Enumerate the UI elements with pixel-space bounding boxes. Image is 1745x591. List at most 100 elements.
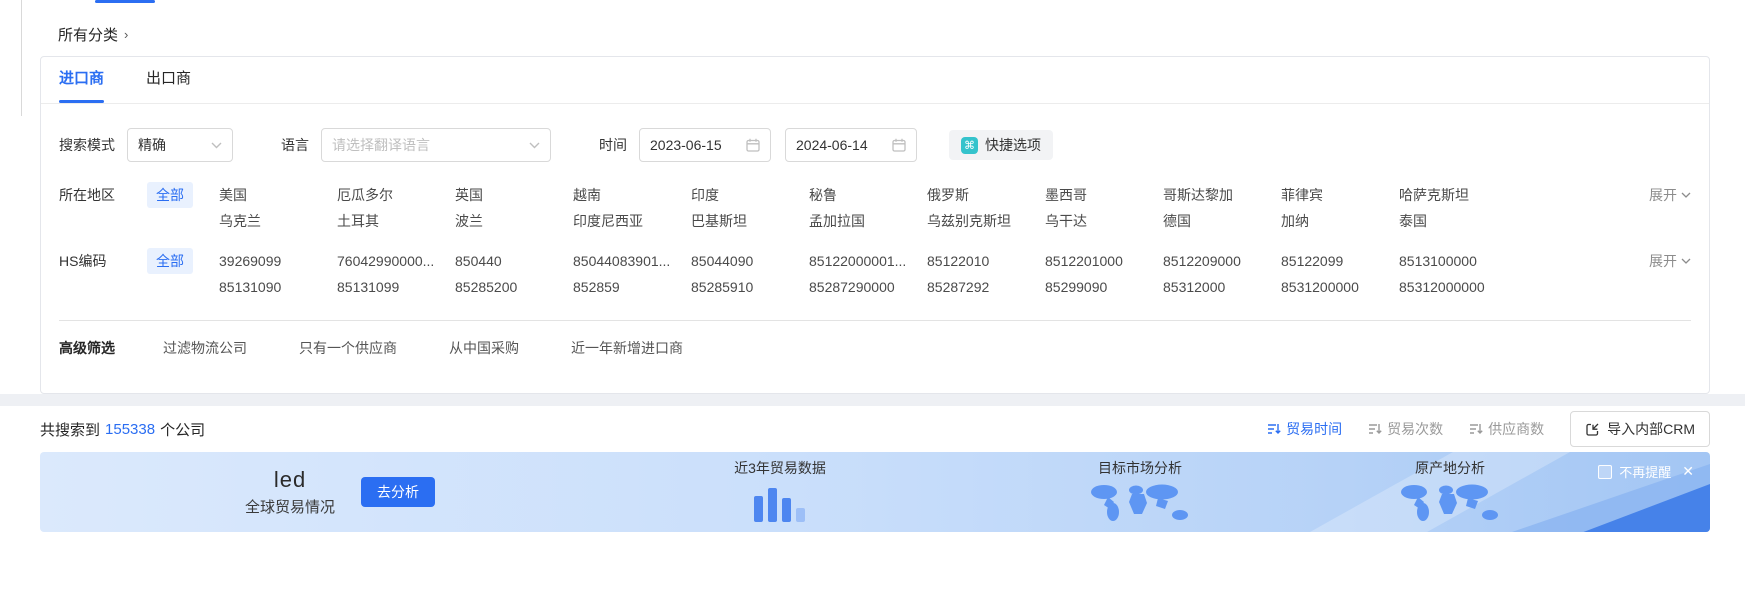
hs-code-option[interactable]: 8512201000: [1045, 248, 1163, 274]
analyze-button[interactable]: 去分析: [361, 477, 435, 507]
region-option[interactable]: 墨西哥: [1045, 182, 1163, 208]
end-date-input[interactable]: 2024-06-14: [785, 128, 917, 162]
region-options-row1: 美国厄瓜多尔英国越南印度秘鲁俄罗斯墨西哥哥斯达黎加菲律宾哈萨克斯坦: [219, 182, 1517, 208]
hs-code-option[interactable]: 85285910: [691, 274, 809, 300]
hs-code-option[interactable]: 85287290000: [809, 274, 927, 300]
dismiss-checkbox[interactable]: [1598, 465, 1612, 479]
banner-target-market-label: 目标市场分析: [1040, 458, 1240, 478]
hs-code-option[interactable]: 8512209000: [1163, 248, 1281, 274]
banner-section-target-market[interactable]: 目标市场分析: [1040, 458, 1240, 527]
close-icon[interactable]: ✕: [1682, 463, 1694, 480]
sort-trade-time[interactable]: 贸易时间: [1267, 419, 1342, 439]
results-count: 共搜索到 155338 个公司: [40, 419, 205, 440]
region-option[interactable]: 孟加拉国: [809, 208, 927, 234]
region-option[interactable]: 俄罗斯: [927, 182, 1045, 208]
region-option[interactable]: 巴基斯坦: [691, 208, 809, 234]
region-option[interactable]: 印度尼西亚: [573, 208, 691, 234]
hs-code-option[interactable]: 85131099: [337, 274, 455, 300]
hs-code-label: HS编码: [59, 248, 147, 274]
hs-code-option[interactable]: 85131090: [219, 274, 337, 300]
results-count-number[interactable]: 155338: [105, 421, 155, 438]
advanced-filter-option[interactable]: 只有一个供应商: [299, 338, 397, 358]
region-option[interactable]: 秘鲁: [809, 182, 927, 208]
calendar-icon: [892, 138, 906, 152]
banner-trade-data-label: 近3年贸易数据: [680, 458, 880, 478]
region-option[interactable]: 印度: [691, 182, 809, 208]
hs-code-option[interactable]: 85122000001...: [809, 248, 927, 274]
hs-code-option[interactable]: 85122010: [927, 248, 1045, 274]
region-label: 所在地区: [59, 182, 147, 208]
import-crm-label: 导入内部CRM: [1607, 419, 1695, 439]
sort-trade-count-label: 贸易次数: [1387, 419, 1443, 439]
hs-code-option[interactable]: 85299090: [1045, 274, 1163, 300]
region-option[interactable]: 哥斯达黎加: [1163, 182, 1281, 208]
hs-code-option[interactable]: 852859: [573, 274, 691, 300]
hs-code-option[interactable]: 85312000000: [1399, 274, 1517, 300]
advanced-filter-option[interactable]: 过滤物流公司: [163, 338, 247, 358]
region-expand-button[interactable]: 展开: [1649, 182, 1691, 208]
bar-chart-icon: [748, 482, 812, 524]
promo-banner: led 全球贸易情况 去分析 近3年贸易数据 目标市场分析 原产地分析: [40, 452, 1710, 532]
advanced-filter-option[interactable]: 从中国采购: [449, 338, 519, 358]
section-gap: [0, 394, 1745, 406]
banner-subtitle: 全球贸易情况: [245, 496, 335, 517]
hs-code-option[interactable]: 850440: [455, 248, 573, 274]
hs-code-option[interactable]: 8531200000: [1281, 274, 1399, 300]
tab-importers[interactable]: 进口商: [59, 57, 104, 103]
region-option[interactable]: 波兰: [455, 208, 573, 234]
advanced-filter-options: 过滤物流公司 只有一个供应商 从中国采购 近一年新增进口商: [163, 338, 683, 358]
region-option[interactable]: 泰国: [1399, 208, 1517, 234]
start-date-value: 2023-06-15: [650, 137, 738, 153]
region-option[interactable]: 德国: [1163, 208, 1281, 234]
banner-section-origin[interactable]: 原产地分析: [1350, 458, 1550, 527]
start-date-input[interactable]: 2023-06-15: [639, 128, 771, 162]
search-filter-panel: 进口商 出口商 搜索模式 精确 语言 请选择翻译语言 时间 2023-06-15…: [40, 56, 1710, 394]
advanced-filter-option[interactable]: 近一年新增进口商: [571, 338, 683, 358]
region-option[interactable]: 乌兹别克斯坦: [927, 208, 1045, 234]
hs-code-expand-button[interactable]: 展开: [1649, 248, 1691, 274]
region-option[interactable]: 越南: [573, 182, 691, 208]
region-option[interactable]: 土耳其: [337, 208, 455, 234]
hs-code-all-tag[interactable]: 全部: [147, 248, 193, 274]
panel-divider: [59, 320, 1691, 321]
region-option[interactable]: 哈萨克斯坦: [1399, 182, 1517, 208]
region-option[interactable]: 乌干达: [1045, 208, 1163, 234]
hs-code-option[interactable]: 39269099: [219, 248, 337, 274]
hs-code-option[interactable]: 85287292: [927, 274, 1045, 300]
sort-trade-count[interactable]: 贸易次数: [1368, 419, 1443, 439]
quick-options-button[interactable]: ⌘ 快捷选项: [949, 130, 1053, 160]
hs-code-options: 3926909976042990000...85044085044083901.…: [219, 248, 1517, 300]
language-select[interactable]: 请选择翻译语言: [321, 128, 551, 162]
tab-exporters[interactable]: 出口商: [146, 57, 191, 103]
banner-section-trade-data[interactable]: 近3年贸易数据: [680, 458, 880, 527]
hs-code-option[interactable]: 85044090: [691, 248, 809, 274]
sort-icon: [1469, 422, 1483, 436]
calendar-icon: [746, 138, 760, 152]
region-all-tag[interactable]: 全部: [147, 182, 193, 208]
region-option[interactable]: 厄瓜多尔: [337, 182, 455, 208]
chevron-right-icon: ›: [124, 27, 128, 42]
search-mode-select[interactable]: 精确: [127, 128, 233, 162]
hs-code-option[interactable]: 85044083901...: [573, 248, 691, 274]
hs-code-option[interactable]: 8513100000: [1399, 248, 1517, 274]
hs-code-option[interactable]: 85122099: [1281, 248, 1399, 274]
chevron-down-icon: [1681, 258, 1691, 264]
sort-trade-time-label: 贸易时间: [1286, 419, 1342, 439]
hs-code-options-row1: 3926909976042990000...85044085044083901.…: [219, 248, 1517, 274]
region-option[interactable]: 乌克兰: [219, 208, 337, 234]
region-option[interactable]: 菲律宾: [1281, 182, 1399, 208]
hs-code-option[interactable]: 85312000: [1163, 274, 1281, 300]
sort-supplier-count[interactable]: 供应商数: [1469, 419, 1544, 439]
region-option[interactable]: 英国: [455, 182, 573, 208]
hs-code-option[interactable]: 85285200: [455, 274, 573, 300]
breadcrumb[interactable]: 所有分类 ›: [58, 24, 128, 45]
hs-code-option[interactable]: 76042990000...: [337, 248, 455, 274]
region-option[interactable]: 加纳: [1281, 208, 1399, 234]
region-option[interactable]: 美国: [219, 182, 337, 208]
banner-keyword: led: [245, 467, 335, 493]
import-crm-button[interactable]: 导入内部CRM: [1570, 411, 1710, 447]
search-options-row: 搜索模式 精确 语言 请选择翻译语言 时间 2023-06-15 2024-06…: [59, 128, 1691, 162]
region-expand-label: 展开: [1649, 182, 1677, 208]
results-count-prefix: 共搜索到: [40, 419, 100, 440]
results-header: 共搜索到 155338 个公司 贸易时间 贸易次数 供应商数 导入内部CRM: [40, 406, 1710, 452]
